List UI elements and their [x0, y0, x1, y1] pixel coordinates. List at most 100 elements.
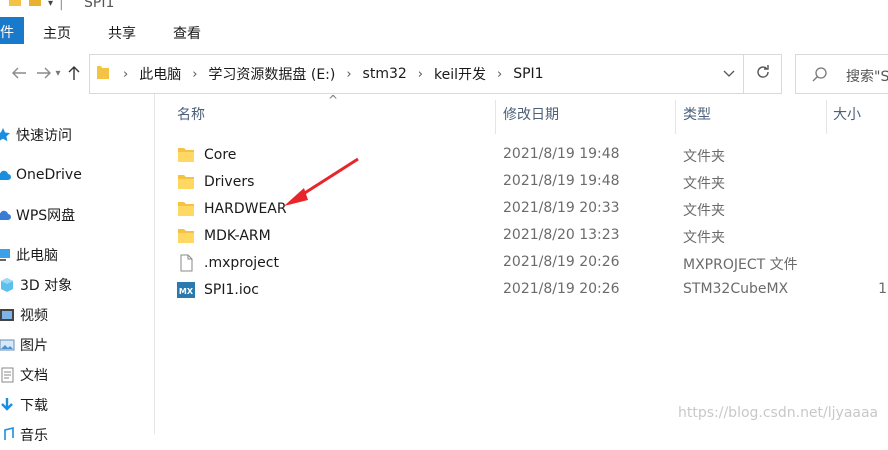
sidebar-item-videos[interactable]: 视频	[0, 300, 48, 330]
file-name: SPI1.ioc	[204, 281, 259, 298]
column-header-type[interactable]: 类型	[683, 94, 711, 134]
sidebar-item-label: WPS网盘	[16, 208, 76, 224]
column-header-date[interactable]: 修改日期	[503, 94, 559, 134]
star-icon	[0, 128, 10, 142]
ribbon-tabs: 件 主页 共享 查看	[0, 14, 888, 44]
folder-icon	[8, 0, 22, 12]
chevron-right-icon[interactable]: ›	[192, 67, 197, 82]
title-bar: ▾ | SPI1	[0, 0, 888, 14]
column-header-size[interactable]: 大小	[833, 94, 861, 134]
search-input[interactable]: 搜索"S	[795, 54, 888, 94]
chevron-right-icon[interactable]: ›	[418, 67, 423, 82]
column-divider[interactable]	[675, 100, 676, 134]
chevron-right-icon[interactable]: ›	[346, 67, 351, 82]
column-divider[interactable]	[495, 100, 496, 134]
sidebar-item-label: 文档	[20, 368, 48, 384]
picture-icon	[0, 339, 15, 351]
file-size: 9	[856, 254, 888, 270]
sidebar-item-wps[interactable]: WPS网盘	[0, 200, 75, 230]
column-divider[interactable]	[826, 100, 827, 134]
download-icon	[1, 398, 13, 411]
file-type: 文件夹	[683, 149, 725, 165]
title-divider: |	[59, 0, 64, 11]
breadcrumb-item[interactable]: 此电脑	[139, 64, 181, 84]
file-date: 2021/8/19 20:33	[503, 200, 620, 216]
breadcrumb-item[interactable]: 学习资源数据盘 (E:)	[208, 64, 335, 84]
refresh-button[interactable]	[744, 54, 782, 94]
back-arrow-icon[interactable]	[8, 62, 30, 84]
sidebar-item-label: 3D 对象	[20, 278, 73, 294]
search-placeholder: 搜索"S	[846, 69, 888, 85]
svg-text:MX: MX	[179, 287, 194, 296]
tab-share[interactable]: 共享	[108, 23, 136, 43]
folder-icon	[178, 201, 194, 216]
file-type: 文件夹	[683, 176, 725, 192]
document-icon	[1, 367, 14, 383]
tab-file-label: 件	[0, 25, 14, 41]
video-icon	[0, 309, 14, 321]
sidebar-item-quick-access[interactable]: 快速访问	[0, 120, 72, 150]
tab-home[interactable]: 主页	[43, 23, 71, 43]
file-date: 2021/8/19 20:26	[503, 254, 620, 270]
file-list: ^ 名称 修改日期 类型 大小 Core 2021/8/19 19:48 文件夹…	[156, 93, 888, 434]
file-type: MXPROJECT 文件	[683, 257, 798, 273]
list-item[interactable]: MDK-ARM 2021/8/20 13:23 文件夹	[176, 222, 888, 249]
column-header-label: 类型	[683, 107, 711, 123]
mx-file-icon: MX	[177, 281, 195, 298]
tab-view[interactable]: 查看	[173, 23, 201, 43]
file-name: Drivers	[204, 173, 255, 190]
address-history-chevron-icon[interactable]	[723, 64, 735, 82]
list-item[interactable]: MX SPI1.ioc 2021/8/19 20:26 STM32CubeMX 1…	[176, 276, 888, 303]
file-date: 2021/8/19 19:48	[503, 173, 620, 189]
address-bar[interactable]: › 此电脑 › 学习资源数据盘 (E:) › stm32 › keil开发 › …	[89, 54, 744, 94]
file-name: Core	[204, 146, 237, 163]
file-date: 2021/8/20 13:23	[503, 227, 620, 243]
window-title: SPI1	[84, 0, 115, 11]
list-item[interactable]: .mxproject 2021/8/19 20:26 MXPROJECT 文件 …	[176, 249, 888, 276]
sort-ascending-icon: ^	[328, 93, 339, 107]
folder-icon	[178, 147, 194, 162]
sidebar-item-label: OneDrive	[16, 167, 82, 183]
file-icon	[180, 254, 193, 271]
sidebar-item-label: 音乐	[20, 428, 48, 444]
cloud-icon	[0, 170, 11, 180]
sidebar-item-this-pc[interactable]: 此电脑	[0, 240, 58, 270]
search-icon	[810, 65, 830, 85]
cloud-icon	[0, 210, 11, 220]
folder-icon	[96, 63, 110, 85]
column-header-name[interactable]: 名称	[177, 94, 205, 134]
sidebar-item-downloads[interactable]: 下载	[0, 390, 48, 420]
breadcrumb-item[interactable]: SPI1	[513, 66, 543, 82]
sidebar-item-pictures[interactable]: 图片	[0, 330, 48, 360]
up-arrow-icon[interactable]	[63, 62, 85, 84]
chevron-right-icon[interactable]: ›	[497, 67, 502, 82]
sidebar-item-label: 此电脑	[16, 248, 58, 264]
breadcrumb-item[interactable]: keil开发	[434, 64, 486, 84]
folder-icon	[178, 174, 194, 189]
sidebar-item-label: 快速访问	[16, 128, 72, 144]
navigation-bar: ▾ › 此电脑 › 学习资源数据盘 (E:) › stm32 › keil开发 …	[0, 52, 888, 94]
file-size: 11	[878, 281, 888, 297]
chevron-down-icon[interactable]: ▾	[48, 0, 53, 9]
sidebar-item-label: 视频	[20, 308, 48, 324]
quick-access-toolbar-folder-icon[interactable]	[28, 0, 42, 12]
breadcrumb-item[interactable]: stm32	[363, 66, 407, 82]
file-name: MDK-ARM	[204, 227, 271, 244]
sidebar-item-label: 下载	[20, 398, 48, 414]
column-header-label: 名称	[177, 107, 205, 123]
tab-file[interactable]: 件	[0, 17, 24, 44]
cube-icon	[1, 278, 13, 292]
file-date: 2021/8/19 19:48	[503, 146, 620, 162]
navigation-pane: 快速访问 OneDrive WPS网盘 此电脑 3D 对象 视频 图片 文档 下…	[0, 94, 155, 444]
sidebar-item-music[interactable]: 音乐	[0, 420, 48, 450]
file-type: 文件夹	[683, 230, 725, 246]
column-header-label: 修改日期	[503, 107, 559, 123]
file-type: STM32CubeMX	[683, 281, 789, 297]
sidebar-item-onedrive[interactable]: OneDrive	[0, 160, 82, 190]
sidebar-item-3d-objects[interactable]: 3D 对象	[0, 270, 72, 300]
column-header-label: 大小	[833, 107, 861, 123]
chevron-right-icon[interactable]: ›	[123, 67, 128, 82]
sidebar-item-documents[interactable]: 文档	[0, 360, 48, 390]
sidebar-item-label: 图片	[20, 338, 48, 354]
refresh-icon	[754, 63, 772, 86]
